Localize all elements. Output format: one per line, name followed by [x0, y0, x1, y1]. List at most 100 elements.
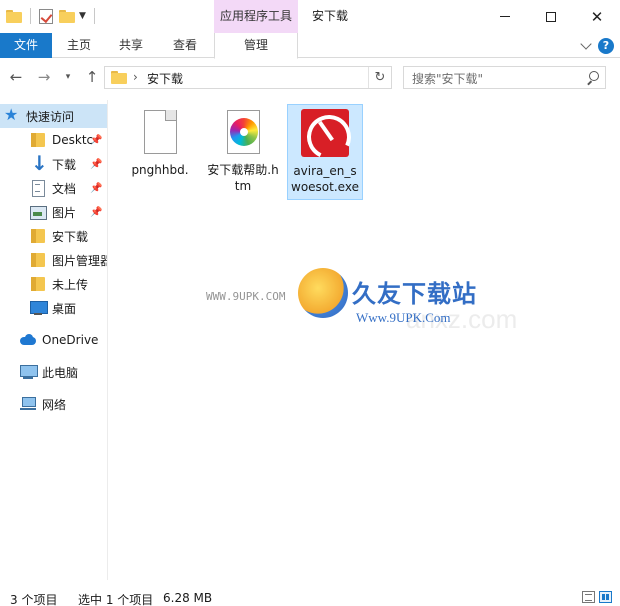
- tab-view[interactable]: 查看: [164, 33, 206, 58]
- sidebar-item-quick-access[interactable]: 快速访问: [0, 104, 107, 128]
- sidebar-item-label: 桌面: [52, 301, 77, 316]
- maximize-button[interactable]: [528, 0, 574, 33]
- file-item-selected[interactable]: avira_en_swoesot.exe: [287, 104, 363, 200]
- folder-icon: [111, 71, 127, 84]
- watermark-title: 久友下载站: [352, 280, 477, 308]
- sidebar-item-label: 下载: [52, 157, 77, 172]
- divider: [368, 67, 369, 88]
- ribbon-tabs: 文件 主页 共享 查看 管理 ?: [0, 33, 620, 59]
- window-title: 安下载: [312, 9, 349, 23]
- sidebar-item-pictures[interactable]: 图片 📌: [0, 200, 107, 224]
- up-button[interactable]: ↑: [82, 67, 102, 87]
- close-button[interactable]: ✕: [574, 0, 620, 33]
- window-controls: ✕: [482, 0, 620, 33]
- refresh-icon[interactable]: ↻: [372, 68, 388, 87]
- tab-home[interactable]: 主页: [58, 33, 100, 58]
- file-list[interactable]: pnghhbd. 安下载帮助.htm avira_en_swoesot.exe …: [110, 100, 620, 580]
- sidebar-item-anxiazai[interactable]: 安下载: [0, 224, 107, 248]
- color-wheel-icon: [230, 118, 258, 146]
- divider: [30, 8, 31, 24]
- tab-manage[interactable]: 管理: [214, 33, 298, 59]
- large-icons-view-icon[interactable]: [599, 591, 612, 603]
- sidebar-item-onedrive[interactable]: OneDrive: [0, 328, 107, 352]
- status-bar: 3 个项目 选中 1 个项目 6.28 MB: [0, 588, 620, 606]
- customize-toolbar-chevron-icon[interactable]: ▼: [79, 11, 86, 21]
- file-item[interactable]: pnghhbd.: [122, 104, 198, 182]
- folder-icon: [30, 228, 46, 244]
- generic-file-icon: [136, 108, 184, 156]
- sidebar-item-downloads[interactable]: 下载 📌: [0, 151, 107, 176]
- folder-icon[interactable]: [6, 9, 22, 23]
- view-switcher: [582, 591, 612, 603]
- minimize-icon: [500, 16, 510, 17]
- folder-icon: [30, 252, 46, 268]
- folder-icon: [30, 132, 46, 148]
- divider: [93, 8, 95, 24]
- recent-locations-button[interactable]: ▾: [62, 67, 74, 87]
- watermark-small-text: WWW.9UPK.COM: [206, 290, 286, 303]
- folder-icon: [30, 276, 46, 292]
- download-icon: [30, 151, 48, 175]
- file-name: avira_en_swoesot.exe: [291, 164, 359, 194]
- sidebar-item-picture-manager[interactable]: 图片管理器: [0, 248, 108, 272]
- avira-exe-icon: [301, 109, 349, 157]
- selection-count: 选中 1 个项目: [78, 593, 154, 606]
- new-folder-icon[interactable]: [59, 9, 75, 23]
- details-view-icon[interactable]: [582, 591, 595, 603]
- ribbon-options: ?: [580, 38, 614, 54]
- tab-file[interactable]: 文件: [0, 33, 52, 58]
- item-count: 3 个项目: [10, 593, 58, 606]
- address-bar[interactable]: › 安下载 ↻: [104, 66, 392, 89]
- sidebar-item-label: 图片: [52, 205, 77, 220]
- expand-ribbon-chevron-icon[interactable]: [580, 38, 592, 50]
- sidebar-item-label: 网络: [42, 397, 67, 412]
- sidebar-item-label: 安下载: [52, 229, 89, 244]
- minimize-button[interactable]: [482, 0, 528, 33]
- search-placeholder: 搜索"安下载": [412, 72, 484, 86]
- sidebar-item-network[interactable]: 网络: [0, 392, 107, 416]
- file-name: 安下载帮助.htm: [207, 163, 279, 193]
- desktop-icon: [30, 300, 48, 316]
- sidebar-item-label: 图片管理器: [52, 253, 108, 268]
- navigation-bar: ← → ▾ ↑ › 安下载 ↻ 搜索"安下载": [0, 59, 620, 97]
- watermark: anxz.com WWW.9UPK.COM 久友下载站 Www.9UPK.Com: [206, 260, 517, 340]
- htm-file-icon: [219, 108, 267, 156]
- watermark-logo-icon: [298, 268, 348, 318]
- close-icon: ✕: [590, 7, 604, 26]
- navigation-pane: 快速访问 Desktc 📌 下载 📌 文档 📌 图片 📌 安下载 图片管理器 未…: [0, 100, 108, 580]
- sidebar-item-label: 文档: [52, 181, 77, 196]
- search-input[interactable]: 搜索"安下载": [403, 66, 606, 89]
- sidebar-item-documents[interactable]: 文档 📌: [0, 176, 107, 200]
- pin-icon: 📌: [90, 182, 103, 194]
- sidebar-item-label: 此电脑: [42, 365, 79, 380]
- sidebar-item-desktop-pinned[interactable]: Desktc 📌: [0, 128, 107, 152]
- network-icon: [20, 396, 36, 412]
- sidebar-item-label: Desktc: [52, 133, 94, 147]
- pin-icon: 📌: [90, 158, 103, 170]
- back-button[interactable]: ←: [6, 67, 26, 87]
- file-item[interactable]: 安下载帮助.htm: [205, 104, 281, 198]
- search-icon[interactable]: [586, 71, 599, 84]
- breadcrumb-chevron-icon[interactable]: ›: [133, 70, 138, 84]
- onedrive-icon: [20, 332, 36, 348]
- pictures-icon: [30, 204, 47, 220]
- star-icon: [4, 105, 20, 124]
- help-icon[interactable]: ?: [598, 38, 614, 54]
- breadcrumb-current[interactable]: 安下载: [147, 70, 183, 87]
- sidebar-item-this-pc[interactable]: 此电脑: [0, 360, 107, 384]
- quick-access-toolbar: ▼: [6, 8, 97, 24]
- document-icon: [30, 180, 46, 197]
- watermark-url: Www.9UPK.Com: [356, 310, 451, 325]
- tab-share[interactable]: 共享: [110, 33, 152, 58]
- file-name: pnghhbd.: [131, 163, 189, 177]
- properties-icon[interactable]: [39, 8, 53, 24]
- sidebar-item-desktop[interactable]: 桌面: [0, 296, 107, 320]
- sidebar-item-label: 未上传: [52, 277, 89, 292]
- pin-icon: 📌: [90, 206, 103, 218]
- pin-icon: 📌: [90, 134, 103, 146]
- maximize-icon: [546, 11, 556, 22]
- forward-button[interactable]: →: [34, 67, 54, 87]
- sidebar-item-not-uploaded[interactable]: 未上传: [0, 272, 107, 296]
- title-bar: ▼ 应用程序工具 安下载 ✕: [0, 0, 620, 33]
- sidebar-item-label: 快速访问: [26, 109, 75, 124]
